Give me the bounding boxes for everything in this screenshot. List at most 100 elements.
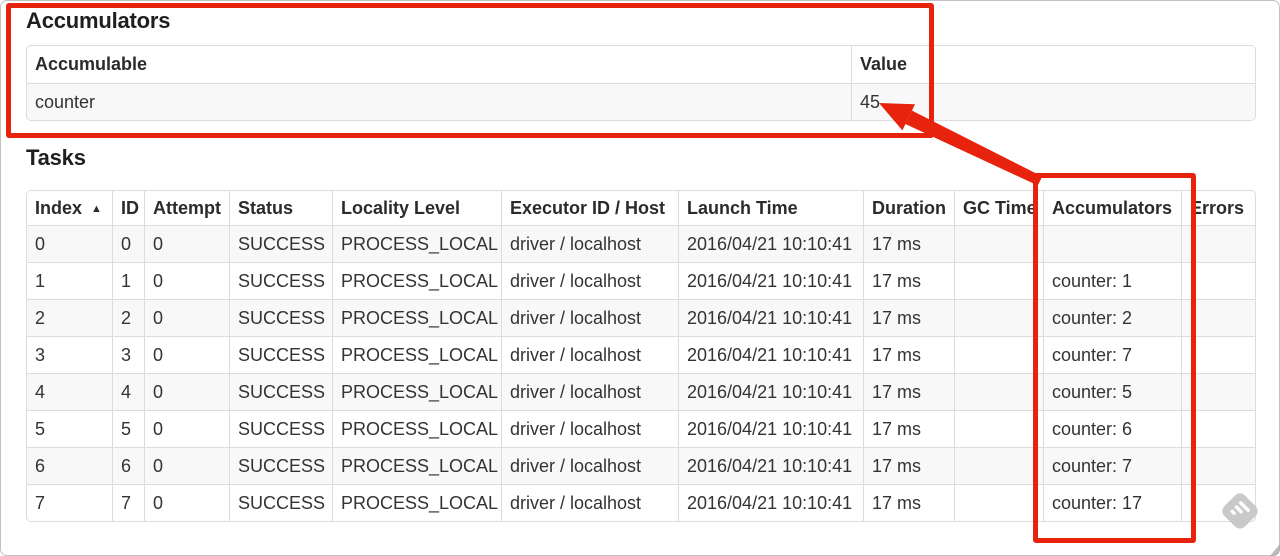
tasks-header-row: Index ▲ ID Attempt Status Locality Level … — [27, 191, 1255, 225]
task-cell-executor-id-host: driver / localhost — [501, 336, 678, 373]
status-column-header[interactable]: Status — [229, 191, 332, 225]
gc-time-column-header[interactable]: GC Time — [954, 191, 1043, 225]
accumulator-value-cell: 45 — [851, 83, 1255, 120]
task-cell-locality-level: PROCESS_LOCAL — [332, 410, 501, 447]
task-cell-accumulators: counter: 1 — [1043, 262, 1181, 299]
task-cell-locality-level: PROCESS_LOCAL — [332, 373, 501, 410]
task-cell-accumulators: counter: 6 — [1043, 410, 1181, 447]
corner-artifact — [1270, 544, 1280, 556]
value-column-header: Value — [851, 46, 1255, 83]
id-column-header[interactable]: ID — [112, 191, 144, 225]
tasks-table: Index ▲ ID Attempt Status Locality Level … — [26, 190, 1256, 522]
task-cell-id: 5 — [112, 410, 144, 447]
task-cell-locality-level: PROCESS_LOCAL — [332, 225, 501, 262]
task-cell-duration: 17 ms — [863, 262, 954, 299]
task-cell-errors — [1181, 336, 1255, 373]
task-cell-id: 4 — [112, 373, 144, 410]
task-cell-index: 6 — [27, 447, 112, 484]
accumulators-column-header[interactable]: Accumulators — [1043, 191, 1181, 225]
task-cell-index: 3 — [27, 336, 112, 373]
attempt-column-header[interactable]: Attempt — [144, 191, 229, 225]
task-cell-locality-level: PROCESS_LOCAL — [332, 262, 501, 299]
task-cell-id: 2 — [112, 299, 144, 336]
task-cell-status: SUCCESS — [229, 225, 332, 262]
task-cell-errors — [1181, 373, 1255, 410]
duration-column-header[interactable]: Duration — [863, 191, 954, 225]
task-cell-index: 0 — [27, 225, 112, 262]
task-cell-errors — [1181, 225, 1255, 262]
index-column-header[interactable]: Index ▲ — [27, 191, 112, 225]
task-cell-accumulators: counter: 7 — [1043, 447, 1181, 484]
task-cell-id: 6 — [112, 447, 144, 484]
task-cell-status: SUCCESS — [229, 262, 332, 299]
task-cell-launch-time: 2016/04/21 10:10:41 — [678, 447, 863, 484]
task-cell-executor-id-host: driver / localhost — [501, 262, 678, 299]
task-cell-attempt: 0 — [144, 262, 229, 299]
task-cell-gc-time — [954, 299, 1043, 336]
launch-time-column-header[interactable]: Launch Time — [678, 191, 863, 225]
task-cell-errors — [1181, 299, 1255, 336]
task-cell-status: SUCCESS — [229, 447, 332, 484]
task-cell-gc-time — [954, 225, 1043, 262]
task-cell-gc-time — [954, 336, 1043, 373]
accumulators-table: Accumulable Value counter 45 — [26, 45, 1256, 121]
task-cell-executor-id-host: driver / localhost — [501, 410, 678, 447]
task-cell-status: SUCCESS — [229, 299, 332, 336]
task-cell-errors — [1181, 262, 1255, 299]
task-row: 7 7 0 SUCCESS PROCESS_LOCAL driver / localhos… — [27, 484, 1255, 521]
task-cell-executor-id-host: driver / localhost — [501, 373, 678, 410]
task-cell-attempt: 0 — [144, 225, 229, 262]
task-cell-status: SUCCESS — [229, 373, 332, 410]
task-cell-duration: 17 ms — [863, 447, 954, 484]
task-cell-duration: 17 ms — [863, 336, 954, 373]
spark-stage-page: Accumulators Accumulable Value counter 4… — [0, 0, 1280, 556]
task-row: 3 3 0 SUCCESS PROCESS_LOCAL driver / localhos… — [27, 336, 1255, 373]
task-cell-duration: 17 ms — [863, 410, 954, 447]
tasks-table-body: 0 0 0 SUCCESS PROCESS_LOCAL driver / localhos… — [27, 225, 1255, 521]
index-column-label: Index — [35, 197, 83, 218]
accumulable-cell: counter — [27, 83, 851, 120]
accumulable-column-header: Accumulable — [27, 46, 851, 83]
task-cell-locality-level: PROCESS_LOCAL — [332, 484, 501, 521]
task-cell-errors — [1181, 410, 1255, 447]
task-cell-index: 4 — [27, 373, 112, 410]
task-cell-id: 3 — [112, 336, 144, 373]
task-cell-attempt: 0 — [144, 410, 229, 447]
task-cell-executor-id-host: driver / localhost — [501, 447, 678, 484]
task-cell-attempt: 0 — [144, 373, 229, 410]
task-cell-errors — [1181, 447, 1255, 484]
task-cell-duration: 17 ms — [863, 484, 954, 521]
task-cell-index: 7 — [27, 484, 112, 521]
task-cell-index: 1 — [27, 262, 112, 299]
task-cell-locality-level: PROCESS_LOCAL — [332, 336, 501, 373]
locality-level-column-header[interactable]: Locality Level — [332, 191, 501, 225]
task-cell-duration: 17 ms — [863, 299, 954, 336]
task-cell-accumulators — [1043, 225, 1181, 262]
task-cell-status: SUCCESS — [229, 336, 332, 373]
task-cell-gc-time — [954, 262, 1043, 299]
task-cell-executor-id-host: driver / localhost — [501, 299, 678, 336]
task-cell-index: 5 — [27, 410, 112, 447]
task-cell-launch-time: 2016/04/21 10:10:41 — [678, 373, 863, 410]
task-cell-accumulators: counter: 7 — [1043, 336, 1181, 373]
task-cell-attempt: 0 — [144, 336, 229, 373]
task-row: 5 5 0 SUCCESS PROCESS_LOCAL driver / localhos… — [27, 410, 1255, 447]
executor-id-host-column-header[interactable]: Executor ID / Host — [501, 191, 678, 225]
task-cell-accumulators: counter: 2 — [1043, 299, 1181, 336]
task-cell-duration: 17 ms — [863, 225, 954, 262]
task-cell-attempt: 0 — [144, 447, 229, 484]
accumulators-heading: Accumulators — [26, 8, 171, 33]
task-cell-executor-id-host: driver / localhost — [501, 484, 678, 521]
task-cell-accumulators: counter: 5 — [1043, 373, 1181, 410]
task-cell-status: SUCCESS — [229, 484, 332, 521]
task-cell-gc-time — [954, 484, 1043, 521]
task-cell-gc-time — [954, 410, 1043, 447]
task-cell-launch-time: 2016/04/21 10:10:41 — [678, 484, 863, 521]
task-cell-gc-time — [954, 373, 1043, 410]
task-cell-launch-time: 2016/04/21 10:10:41 — [678, 410, 863, 447]
task-cell-id: 0 — [112, 225, 144, 262]
task-row: 4 4 0 SUCCESS PROCESS_LOCAL driver / localhos… — [27, 373, 1255, 410]
task-row: 2 2 0 SUCCESS PROCESS_LOCAL driver / localhos… — [27, 299, 1255, 336]
errors-column-header[interactable]: Errors — [1181, 191, 1255, 225]
accumulator-row: counter 45 — [27, 83, 1255, 120]
